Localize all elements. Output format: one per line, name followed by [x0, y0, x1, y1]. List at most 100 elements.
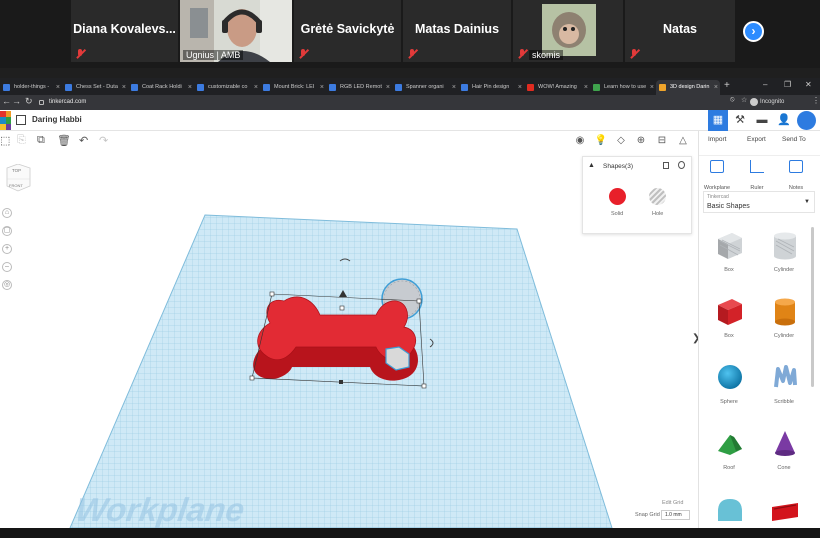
- import-button[interactable]: Import: [708, 136, 726, 143]
- camera-blocked-icon[interactable]: ⦸: [730, 96, 735, 104]
- browser-menu-icon[interactable]: ⋮: [812, 96, 820, 105]
- redo-icon[interactable]: ↷: [99, 134, 108, 147]
- close-tab-icon[interactable]: ×: [584, 80, 588, 95]
- close-tab-icon[interactable]: ×: [320, 80, 324, 95]
- zoom-in-icon[interactable]: +: [2, 244, 12, 254]
- hole-button[interactable]: [649, 188, 666, 205]
- shape-label: Cone: [777, 465, 791, 471]
- scribble-shape-icon: [774, 365, 797, 388]
- close-tab-icon[interactable]: ×: [122, 80, 126, 95]
- ortho-view-icon[interactable]: ◎: [2, 280, 12, 290]
- maximize-icon[interactable]: ❐: [784, 80, 791, 89]
- close-tab-icon[interactable]: ×: [188, 80, 192, 95]
- shape-item[interactable]: Scribble: [757, 359, 811, 419]
- browser-tab[interactable]: Coat Rack Holdi ×: [128, 80, 194, 95]
- shape-item[interactable]: Box: [702, 227, 756, 287]
- participant-tile[interactable]: skomis: [513, 0, 623, 62]
- back-icon[interactable]: ←: [2, 96, 11, 106]
- incognito-label[interactable]: Incognito: [760, 97, 784, 108]
- browser-tab[interactable]: Mount Brick: LEI ×: [260, 80, 326, 95]
- close-tab-icon[interactable]: ×: [254, 80, 258, 95]
- mirror-icon[interactable]: △: [676, 134, 690, 148]
- browser-tab[interactable]: WOW! Amazing ×: [524, 80, 590, 95]
- close-tab-icon[interactable]: ×: [452, 80, 456, 95]
- workplane-tool[interactable]: Workplane: [702, 160, 732, 194]
- visibility-bulb-icon[interactable]: [678, 161, 685, 169]
- light-bulb-icon[interactable]: 💡: [594, 134, 608, 148]
- shape-item[interactable]: Cone: [757, 425, 811, 485]
- user-avatar[interactable]: [797, 111, 816, 130]
- edit-grid-button[interactable]: Edit Grid: [662, 500, 683, 506]
- export-button[interactable]: Export: [747, 136, 766, 143]
- add-user-icon[interactable]: 👤: [774, 110, 794, 131]
- close-tab-icon[interactable]: ×: [650, 80, 654, 95]
- group-icon[interactable]: ⊕: [634, 134, 648, 148]
- close-tab-icon[interactable]: ×: [714, 80, 718, 95]
- notes-tool[interactable]: Notes: [781, 160, 811, 194]
- minimize-icon[interactable]: –: [763, 80, 767, 89]
- align-icon[interactable]: ⊟: [655, 134, 669, 148]
- collapse-caret-icon[interactable]: ▲: [588, 162, 595, 169]
- zoom-out-icon[interactable]: –: [2, 262, 12, 272]
- participant-tile[interactable]: Diana Kovalevs...: [71, 0, 178, 62]
- fit-view-icon[interactable]: ▢: [2, 226, 12, 236]
- 3d-view-grid-icon[interactable]: ▦: [708, 110, 728, 131]
- bookmark-star-icon[interactable]: ☆: [741, 96, 747, 104]
- new-tab-button[interactable]: +: [724, 80, 730, 91]
- home-view-icon[interactable]: ⌂: [2, 208, 12, 218]
- library-selected: Basic Shapes: [707, 203, 750, 210]
- ruler-tool[interactable]: Ruler: [742, 160, 772, 194]
- tab-title: Mount Brick: LEI: [274, 84, 315, 90]
- box-hole-shape-icon: [718, 233, 742, 259]
- browser-tab[interactable]: Chess Set - Duta ×: [62, 80, 128, 95]
- design-menu-icon[interactable]: [16, 115, 26, 125]
- shape-item[interactable]: [757, 491, 811, 528]
- close-tab-icon[interactable]: ×: [386, 80, 390, 95]
- browser-tab[interactable]: Learn how to use ×: [590, 80, 656, 95]
- close-tab-icon[interactable]: ×: [518, 80, 522, 95]
- shape-item[interactable]: Roof: [702, 425, 756, 485]
- browser-tab[interactable]: Spanner organi ×: [392, 80, 458, 95]
- design-title[interactable]: Daring Habbi: [32, 115, 82, 124]
- close-tab-icon[interactable]: ×: [56, 80, 60, 95]
- view-cube-top-label: TOP: [12, 168, 22, 173]
- bricks-icon[interactable]: ▬: [752, 110, 772, 131]
- participant-tile[interactable]: Grėtė Savickytė: [294, 0, 401, 62]
- pickaxe-icon[interactable]: ⚒: [730, 110, 750, 131]
- close-window-icon[interactable]: ✕: [805, 80, 812, 89]
- shape-list: Box Cylinder Box Cylinder Sphere Scribbl…: [699, 227, 819, 528]
- paste-icon[interactable]: ⎘: [17, 134, 26, 147]
- reload-icon[interactable]: ↻: [25, 96, 33, 107]
- browser-tab[interactable]: customizable co ×: [194, 80, 260, 95]
- view-icon[interactable]: ◉: [573, 134, 587, 148]
- send-to-button[interactable]: Send To: [782, 136, 806, 143]
- tinkercad-logo[interactable]: [0, 111, 11, 130]
- browser-tab[interactable]: holder-things - ×: [0, 80, 62, 95]
- shape-library-select[interactable]: Tinkercad Basic Shapes ▼: [703, 191, 815, 213]
- browser-tab-active[interactable]: 3D design Darin ×: [656, 80, 720, 95]
- shape-item[interactable]: [702, 491, 756, 528]
- new-shape-icon[interactable]: ⬚: [0, 134, 10, 147]
- delete-icon[interactable]: 🗑: [57, 134, 71, 147]
- participant-tile[interactable]: Natas: [625, 0, 735, 62]
- shape-item[interactable]: Cylinder: [757, 293, 811, 353]
- muted-mic-icon: [407, 49, 417, 59]
- participant-video[interactable]: Ugnius | AMB: [180, 0, 292, 62]
- participant-tile[interactable]: Matas Dainius: [403, 0, 511, 62]
- shape-item[interactable]: Sphere: [702, 359, 756, 419]
- snap-grid-select[interactable]: 1.0 mm: [661, 510, 690, 520]
- note-icon[interactable]: ◇: [614, 134, 628, 148]
- next-page-button[interactable]: ›: [743, 21, 764, 42]
- browser-tab[interactable]: RGB LED Remot ×: [326, 80, 392, 95]
- browser-tab[interactable]: Hair Pin design ×: [458, 80, 524, 95]
- shape-item[interactable]: Box: [702, 293, 756, 353]
- 3d-workspace[interactable]: Workplane TOP FRONT ⌂ ▢ + – ◎ ▲ Shapes(3…: [0, 151, 698, 528]
- shape-item[interactable]: Cylinder: [757, 227, 811, 287]
- view-cube[interactable]: TOP FRONT: [6, 163, 31, 192]
- lock-icon[interactable]: [663, 162, 669, 169]
- url-field[interactable]: tinkercad.com: [39, 97, 719, 108]
- undo-icon[interactable]: ↶: [79, 134, 88, 147]
- solid-color-button[interactable]: [609, 188, 626, 205]
- duplicate-icon[interactable]: ⧉: [37, 134, 45, 147]
- forward-icon[interactable]: →: [12, 96, 21, 106]
